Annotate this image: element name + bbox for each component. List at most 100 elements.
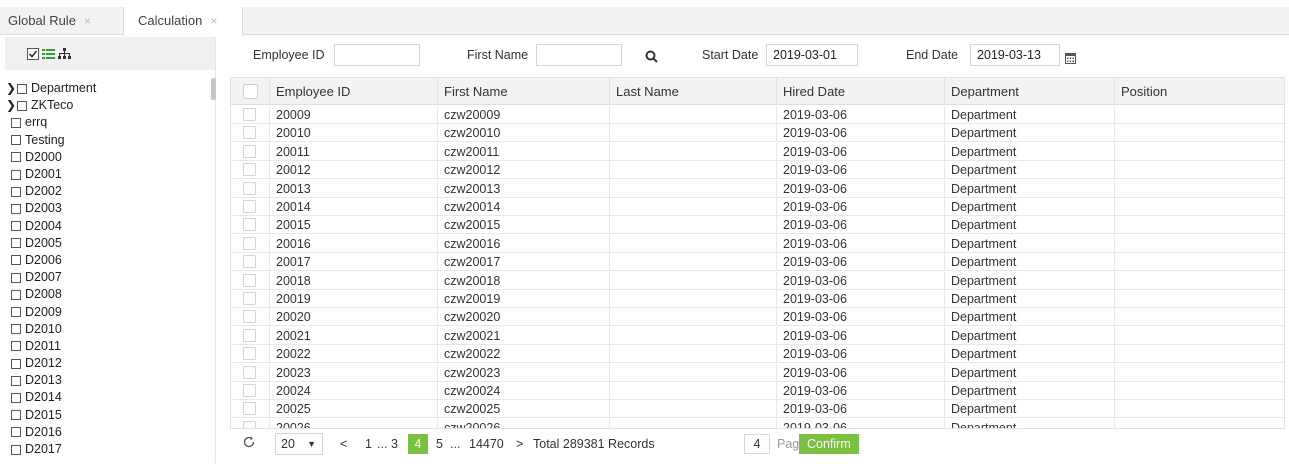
tree-checkbox[interactable] bbox=[11, 186, 21, 197]
tree-checkbox[interactable] bbox=[11, 203, 21, 214]
row-checkbox[interactable] bbox=[243, 144, 256, 158]
tree-item[interactable]: D2014 bbox=[5, 389, 210, 406]
tree-checkbox[interactable] bbox=[11, 410, 21, 421]
tree-item[interactable]: D2005 bbox=[5, 235, 210, 252]
tree-item[interactable]: D2003 bbox=[5, 200, 210, 217]
tree-item[interactable]: errq bbox=[5, 114, 210, 131]
table-row[interactable]: 20020 czw20020 2019-03-06 Department bbox=[231, 308, 1284, 327]
table-row[interactable]: 20010 czw20010 2019-03-06 Department bbox=[231, 124, 1284, 143]
close-icon[interactable]: × bbox=[210, 14, 217, 28]
hierarchy-icon[interactable] bbox=[58, 47, 71, 60]
row-checkbox[interactable] bbox=[243, 163, 256, 177]
column-header-department[interactable]: Department bbox=[945, 78, 1115, 105]
table-row[interactable]: 20013 czw20013 2019-03-06 Department bbox=[231, 179, 1284, 198]
tree-item[interactable]: D2009 bbox=[5, 303, 210, 320]
table-row[interactable]: 20024 czw20024 2019-03-06 Department bbox=[231, 382, 1284, 400]
check-all-icon[interactable] bbox=[26, 47, 39, 60]
prev-page-button[interactable]: < bbox=[340, 435, 347, 453]
tree-checkbox[interactable] bbox=[17, 100, 27, 111]
calendar-icon[interactable] bbox=[1065, 53, 1076, 64]
row-checkbox[interactable] bbox=[243, 273, 256, 287]
table-row[interactable]: 20014 czw20014 2019-03-06 Department bbox=[231, 198, 1284, 216]
goto-page-input[interactable]: 4 bbox=[744, 434, 770, 454]
table-row[interactable]: 20022 czw20022 2019-03-06 Department bbox=[231, 345, 1284, 364]
tree-checkbox[interactable] bbox=[11, 152, 21, 163]
row-checkbox[interactable] bbox=[243, 420, 256, 428]
tree-checkbox[interactable] bbox=[11, 358, 21, 369]
tree-checkbox[interactable] bbox=[11, 324, 21, 335]
tree-checkbox[interactable] bbox=[11, 307, 21, 318]
tree-checkbox[interactable] bbox=[11, 289, 21, 300]
refresh-icon[interactable] bbox=[242, 435, 256, 449]
tree-item[interactable]: D2011 bbox=[5, 338, 210, 355]
table-row[interactable]: 20009 czw20009 2019-03-06 Department bbox=[231, 106, 1284, 124]
chevron-right-icon[interactable]: ❯ bbox=[5, 80, 17, 97]
table-row[interactable]: 20017 czw20017 2019-03-06 Department bbox=[231, 253, 1284, 272]
tree-item[interactable]: D2002 bbox=[5, 183, 210, 200]
tree-item[interactable]: D2001 bbox=[5, 166, 210, 183]
confirm-button[interactable]: Confirm bbox=[799, 434, 859, 454]
employee-id-input[interactable] bbox=[334, 44, 420, 66]
tree-item[interactable]: Testing bbox=[5, 132, 210, 149]
tree-item[interactable]: D2000 bbox=[5, 149, 210, 166]
chevron-right-icon[interactable]: ❯ bbox=[5, 97, 17, 114]
tree-item[interactable]: D2007 bbox=[5, 269, 210, 286]
tree-checkbox[interactable] bbox=[11, 117, 21, 128]
tree-item[interactable]: D2006 bbox=[5, 252, 210, 269]
row-checkbox[interactable] bbox=[243, 108, 256, 121]
tree-checkbox[interactable] bbox=[11, 427, 21, 438]
column-header-first-name[interactable]: First Name bbox=[438, 78, 610, 105]
tree-checkbox[interactable] bbox=[11, 255, 21, 266]
end-date-input[interactable] bbox=[970, 44, 1060, 66]
next-page-button[interactable]: > bbox=[516, 435, 523, 453]
table-row[interactable]: 20021 czw20021 2019-03-06 Department bbox=[231, 326, 1284, 345]
column-header-employee-id[interactable]: Employee ID bbox=[270, 78, 438, 105]
table-row[interactable]: 20015 czw20015 2019-03-06 Department bbox=[231, 216, 1284, 235]
tab-global-rule[interactable]: Global Rule × bbox=[0, 7, 123, 35]
last-page-link[interactable]: 14470 bbox=[469, 435, 504, 453]
row-checkbox[interactable] bbox=[243, 384, 256, 397]
row-checkbox[interactable] bbox=[243, 236, 256, 250]
table-row[interactable]: 20026 czw20026 2019-03-06 Department bbox=[231, 418, 1284, 428]
close-icon[interactable]: × bbox=[84, 14, 91, 28]
tree-checkbox[interactable] bbox=[11, 135, 21, 146]
table-row[interactable]: 20012 czw20012 2019-03-06 Department bbox=[231, 161, 1284, 180]
first-name-input[interactable] bbox=[536, 44, 622, 66]
column-header-position[interactable]: Position bbox=[1115, 78, 1284, 105]
row-checkbox[interactable] bbox=[243, 402, 256, 416]
select-all-checkbox[interactable] bbox=[243, 84, 258, 99]
table-row[interactable]: 20011 czw20011 2019-03-06 Department bbox=[231, 142, 1284, 161]
page-3-link[interactable]: 3 bbox=[391, 435, 398, 453]
row-checkbox[interactable] bbox=[243, 200, 256, 213]
start-date-input[interactable] bbox=[766, 44, 858, 66]
page-size-select[interactable]: 20 ▼ bbox=[275, 433, 323, 455]
table-row[interactable]: 20018 czw20018 2019-03-06 Department bbox=[231, 271, 1284, 290]
tree-item[interactable]: D2015 bbox=[5, 407, 210, 424]
tree-item[interactable]: D2017 bbox=[5, 441, 210, 458]
tree-checkbox[interactable] bbox=[11, 341, 21, 352]
row-checkbox[interactable] bbox=[243, 126, 256, 140]
tab-calculation[interactable]: Calculation × bbox=[123, 7, 243, 36]
tree-checkbox[interactable] bbox=[11, 272, 21, 283]
page-1-link[interactable]: 1 bbox=[365, 435, 372, 453]
tree-item[interactable]: D2012 bbox=[5, 355, 210, 372]
row-checkbox[interactable] bbox=[243, 218, 256, 232]
tree-item[interactable]: D2016 bbox=[5, 424, 210, 441]
column-header-hired-date[interactable]: Hired Date bbox=[777, 78, 945, 105]
list-icon[interactable] bbox=[42, 48, 55, 60]
row-checkbox[interactable] bbox=[243, 292, 256, 305]
table-row[interactable]: 20016 czw20016 2019-03-06 Department bbox=[231, 234, 1284, 253]
tree-checkbox[interactable] bbox=[11, 444, 21, 455]
row-checkbox[interactable] bbox=[243, 181, 256, 195]
search-icon[interactable] bbox=[645, 50, 658, 63]
tree-item[interactable]: D2010 bbox=[5, 321, 210, 338]
tree-scrollbar[interactable] bbox=[211, 78, 216, 100]
tree-checkbox[interactable] bbox=[11, 392, 21, 403]
row-checkbox[interactable] bbox=[243, 310, 256, 324]
tree-item[interactable]: D2004 bbox=[5, 218, 210, 235]
table-row[interactable]: 20019 czw20019 2019-03-06 Department bbox=[231, 290, 1284, 308]
tree-checkbox[interactable] bbox=[11, 169, 21, 180]
page-5-link[interactable]: 5 bbox=[436, 435, 443, 453]
tree-item[interactable]: ❯ ZKTeco bbox=[5, 97, 210, 114]
row-checkbox[interactable] bbox=[243, 347, 256, 361]
